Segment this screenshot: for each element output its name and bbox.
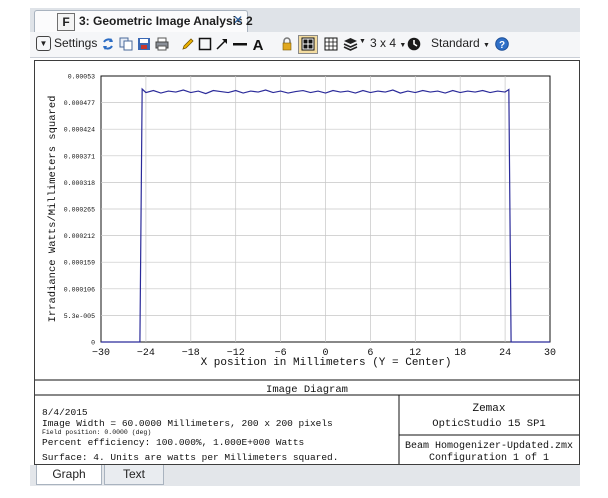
tab-title: 3: Geometric Image Analysis 2 — [79, 14, 253, 28]
standard-label: Standard — [431, 36, 480, 50]
chevron-down-icon: ▼ — [483, 42, 490, 49]
tab-text[interactable]: Text — [104, 465, 164, 485]
y-tick-label: 0 — [91, 340, 95, 347]
info-brand: Zemax — [472, 403, 505, 415]
rectangle-icon[interactable] — [198, 37, 212, 51]
settings-label: Settings — [54, 36, 98, 50]
layout-3x4-button[interactable]: 3 x 4 ▼ — [370, 36, 406, 53]
y-tick-label: 0.000371 — [64, 153, 95, 160]
x-tick-label: −18 — [182, 348, 200, 359]
svg-text:?: ? — [499, 40, 505, 51]
y-tick-label: 0.000265 — [64, 207, 95, 214]
close-icon[interactable]: ✕ — [233, 13, 243, 27]
print-icon[interactable] — [155, 37, 169, 51]
x-tick-label: 18 — [454, 348, 466, 359]
layers-icon — [343, 38, 358, 51]
arrow-icon[interactable] — [215, 37, 229, 51]
y-tick-label: 0.000212 — [64, 233, 95, 240]
grid-layout-toggle[interactable] — [298, 35, 318, 54]
x-tick-label: 24 — [499, 348, 511, 359]
info-surface: Surface: 4. Units are watts per Millimet… — [42, 452, 338, 463]
save-icon[interactable] — [137, 37, 151, 51]
chevron-down-icon: ▼ — [36, 36, 51, 51]
copy-icon[interactable] — [119, 37, 133, 51]
view-tabs: Graph Text — [30, 465, 580, 486]
irradiance-chart: 0 5.3e-005 0.000106 0.000159 0.000212 0.00026… — [35, 74, 579, 464]
x-tick-label: −24 — [137, 348, 155, 359]
f-window-icon: F — [57, 13, 75, 31]
grid-layout-icon — [301, 37, 315, 51]
chevron-down-icon: ▼ — [399, 42, 407, 49]
svg-text:A: A — [253, 37, 264, 51]
toolbar: ▼ Settings A ▼ 3 x 4 ▼ Standard ▼ ? — [30, 32, 580, 58]
x-tick-label: 30 — [544, 348, 556, 359]
info-field-position: Field position: 0.0000 (deg) — [42, 429, 151, 436]
analysis-window: F 3: Geometric Image Analysis 2 ✕ ▼ Sett… — [30, 8, 580, 486]
info-date: 8/4/2015 — [42, 407, 88, 418]
chevron-down-icon: ▼ — [359, 38, 366, 45]
info-header: Image Diagram — [266, 384, 348, 396]
refresh-icon[interactable] — [101, 37, 115, 51]
tab-geometric-image-analysis[interactable]: F 3: Geometric Image Analysis 2 ✕ — [34, 10, 253, 32]
lock-icon[interactable] — [280, 37, 294, 51]
y-tick-label: 5.3e-005 — [64, 313, 95, 320]
info-image-width: Image Width = 60.0000 Millimeters, 200 x… — [42, 418, 333, 429]
y-tick-label: 0.000424 — [64, 127, 95, 134]
tab-strip: F 3: Geometric Image Analysis 2 ✕ — [30, 8, 580, 32]
y-tick-labels: 0 5.3e-005 0.000106 0.000159 0.000212 0.00026… — [64, 74, 95, 347]
y-tick-label: 0.00053 — [68, 74, 95, 81]
plot-frame: 0 5.3e-005 0.000106 0.000159 0.000212 0.00026… — [34, 60, 580, 465]
y-tick-label: 0.000159 — [64, 260, 95, 267]
text-icon[interactable]: A — [250, 37, 266, 51]
info-file: Beam Homogenizer-Updated.zmx — [405, 440, 573, 452]
y-tick-label: 0.000477 — [64, 100, 95, 107]
layout-label: 3 x 4 — [370, 36, 397, 50]
x-axis-label: X position in Millimeters (Y = Center) — [201, 357, 452, 369]
pencil-icon[interactable] — [181, 37, 195, 51]
info-efficiency: Percent efficiency: 100.000%, 1.000E+000… — [42, 437, 304, 448]
help-icon[interactable]: ? — [495, 37, 509, 51]
standard-dropdown[interactable]: Standard ▼ — [431, 36, 490, 53]
x-tick-label: −30 — [92, 348, 110, 359]
grid-icon[interactable] — [324, 37, 338, 51]
tab-graph[interactable]: Graph — [36, 465, 102, 485]
y-tick-label: 0.000106 — [64, 286, 95, 293]
y-axis-label: Irradiance Watts/Millimeters squared — [47, 96, 59, 323]
info-product: OpticStudio 15 SP1 — [432, 418, 545, 430]
line-icon[interactable] — [233, 37, 247, 51]
y-tick-label: 0.000318 — [64, 180, 95, 187]
info-configuration: Configuration 1 of 1 — [429, 452, 549, 464]
clock-icon[interactable] — [407, 37, 421, 51]
